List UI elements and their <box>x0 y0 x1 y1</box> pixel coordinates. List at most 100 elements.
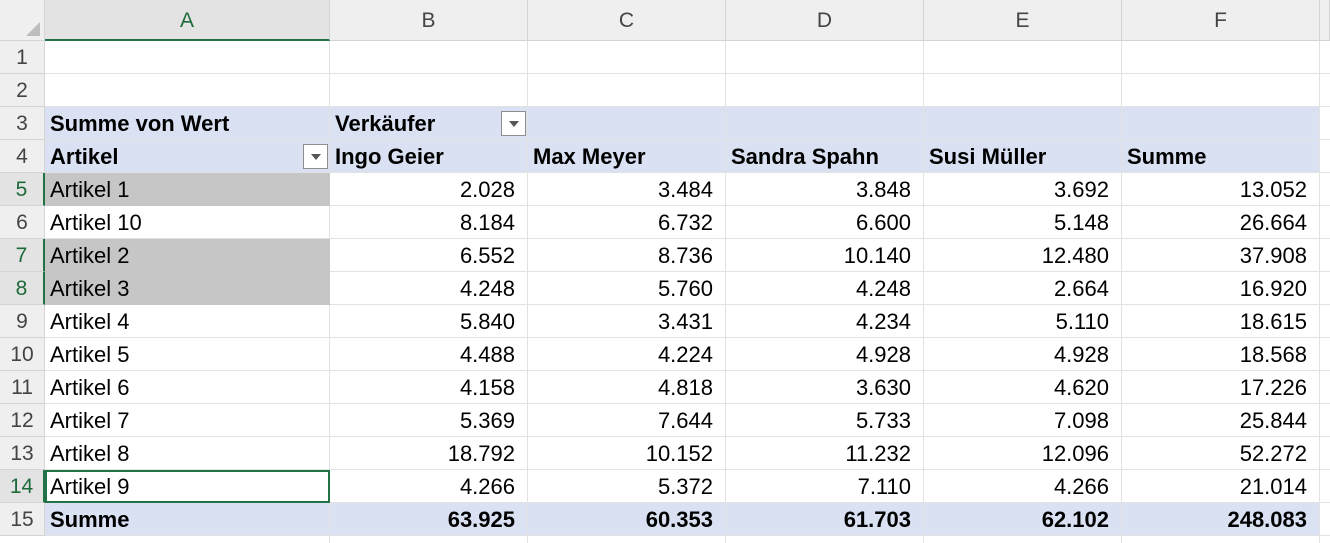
pivot-value-cell[interactable]: 4.818 <box>528 371 726 404</box>
pivot-seller-header[interactable]: Max Meyer <box>528 140 726 173</box>
row-header-5[interactable]: 5 <box>0 173 45 206</box>
pivot-grand-total-cell[interactable]: 62.102 <box>924 503 1122 536</box>
pivot-value-cell[interactable]: 3.431 <box>528 305 726 338</box>
pivot-value-cell[interactable]: 4.158 <box>330 371 528 404</box>
pivot-value-cell[interactable]: 10.140 <box>726 239 924 272</box>
pivot-value-cell[interactable]: 7.098 <box>924 404 1122 437</box>
row-header-3[interactable]: 3 <box>0 107 45 140</box>
pivot-value-cell[interactable]: 5.760 <box>528 272 726 305</box>
row-header-6[interactable]: 6 <box>0 206 45 239</box>
pivot-row-field-label[interactable]: Artikel <box>45 140 330 173</box>
pivot-value-cell[interactable]: 4.488 <box>330 338 528 371</box>
pivot-value-cell[interactable]: 11.232 <box>726 437 924 470</box>
row-header-1[interactable]: 1 <box>0 41 45 74</box>
pivot-value-cell[interactable]: 7.644 <box>528 404 726 437</box>
pivot-value-cell[interactable]: 16.920 <box>1122 272 1320 305</box>
pivot-value-cell[interactable]: 4.248 <box>726 272 924 305</box>
pivot-value-cell[interactable]: 4.234 <box>726 305 924 338</box>
pivot-value-cell[interactable]: 26.664 <box>1122 206 1320 239</box>
column-header-F[interactable]: F <box>1122 0 1320 41</box>
pivot-item-label[interactable]: Artikel 5 <box>45 338 330 371</box>
pivot-item-label[interactable]: Artikel 1 <box>45 173 330 206</box>
pivot-value-cell[interactable]: 4.928 <box>924 338 1122 371</box>
pivot-grand-total-cell[interactable]: 248.083 <box>1122 503 1320 536</box>
row-header-2[interactable]: 2 <box>0 74 45 107</box>
row-header-14[interactable]: 14 <box>0 470 45 503</box>
pivot-value-cell[interactable]: 18.615 <box>1122 305 1320 338</box>
row-header-15[interactable]: 15 <box>0 503 45 536</box>
row-header-11[interactable]: 11 <box>0 371 45 404</box>
pivot-value-cell[interactable]: 5.840 <box>330 305 528 338</box>
pivot-item-label[interactable]: Artikel 8 <box>45 437 330 470</box>
pivot-grand-total-cell[interactable]: 61.703 <box>726 503 924 536</box>
pivot-value-cell[interactable]: 5.733 <box>726 404 924 437</box>
pivot-value-cell[interactable]: 3.630 <box>726 371 924 404</box>
column-header-A[interactable]: A <box>45 0 330 41</box>
pivot-value-cell[interactable]: 5.110 <box>924 305 1122 338</box>
pivot-value-cell[interactable]: 2.028 <box>330 173 528 206</box>
column-header-B[interactable]: B <box>330 0 528 41</box>
pivot-grand-total-cell[interactable]: 60.353 <box>528 503 726 536</box>
pivot-value-cell[interactable]: 4.266 <box>924 470 1122 503</box>
pivot-item-label[interactable]: Artikel 4 <box>45 305 330 338</box>
pivot-value-cell[interactable]: 17.226 <box>1122 371 1320 404</box>
pivot-value-cell[interactable]: 5.372 <box>528 470 726 503</box>
row-field-filter-dropdown-icon[interactable] <box>303 144 328 169</box>
row-header-10[interactable]: 10 <box>0 338 45 371</box>
pivot-value-cell[interactable]: 5.148 <box>924 206 1122 239</box>
pivot-value-cell[interactable]: 6.732 <box>528 206 726 239</box>
pivot-item-label[interactable]: Artikel 7 <box>45 404 330 437</box>
pivot-value-cell[interactable]: 18.792 <box>330 437 528 470</box>
pivot-seller-header[interactable]: Susi Müller <box>924 140 1122 173</box>
pivot-value-cell[interactable]: 4.224 <box>528 338 726 371</box>
pivot-value-cell[interactable]: 21.014 <box>1122 470 1320 503</box>
pivot-seller-header[interactable]: Ingo Geier <box>330 140 528 173</box>
pivot-value-cell[interactable]: 37.908 <box>1122 239 1320 272</box>
pivot-value-cell[interactable]: 4.266 <box>330 470 528 503</box>
pivot-item-label[interactable]: Artikel 9 <box>45 470 330 503</box>
select-all-corner[interactable] <box>0 0 45 41</box>
pivot-value-cell[interactable]: 12.096 <box>924 437 1122 470</box>
pivot-item-label[interactable]: Artikel 3 <box>45 272 330 305</box>
column-header-D[interactable]: D <box>726 0 924 41</box>
row-header-7[interactable]: 7 <box>0 239 45 272</box>
select-all-triangle-icon <box>26 22 40 36</box>
pivot-grand-total-label[interactable]: Summe <box>45 503 330 536</box>
pivot-value-cell[interactable]: 52.272 <box>1122 437 1320 470</box>
pivot-value-cell[interactable]: 6.600 <box>726 206 924 239</box>
pivot-value-cell[interactable]: 10.152 <box>528 437 726 470</box>
column-field-filter-dropdown-icon[interactable] <box>501 111 526 136</box>
pivot-value-cell[interactable]: 18.568 <box>1122 338 1320 371</box>
pivot-values-label[interactable]: Summe von Wert <box>45 107 330 140</box>
pivot-value-cell[interactable]: 4.928 <box>726 338 924 371</box>
pivot-value-cell[interactable]: 3.848 <box>726 173 924 206</box>
row-header-8[interactable]: 8 <box>0 272 45 305</box>
pivot-value-cell[interactable]: 4.620 <box>924 371 1122 404</box>
column-header-C[interactable]: C <box>528 0 726 41</box>
pivot-grand-total-cell[interactable]: 63.925 <box>330 503 528 536</box>
pivot-value-cell[interactable]: 5.369 <box>330 404 528 437</box>
pivot-value-cell[interactable]: 8.184 <box>330 206 528 239</box>
row-header-4[interactable]: 4 <box>0 140 45 173</box>
pivot-seller-header[interactable]: Sandra Spahn <box>726 140 924 173</box>
pivot-total-column-header[interactable]: Summe <box>1122 140 1320 173</box>
pivot-value-cell[interactable]: 25.844 <box>1122 404 1320 437</box>
pivot-value-cell[interactable]: 3.692 <box>924 173 1122 206</box>
pivot-value-cell[interactable]: 8.736 <box>528 239 726 272</box>
pivot-value-cell[interactable]: 12.480 <box>924 239 1122 272</box>
pivot-value-cell[interactable]: 4.248 <box>330 272 528 305</box>
pivot-value-cell[interactable]: 3.484 <box>528 173 726 206</box>
row-header-13[interactable]: 13 <box>0 437 45 470</box>
row-header-9[interactable]: 9 <box>0 305 45 338</box>
column-header-partial[interactable] <box>1320 0 1330 41</box>
pivot-value-cell[interactable]: 2.664 <box>924 272 1122 305</box>
pivot-item-label[interactable]: Artikel 2 <box>45 239 330 272</box>
pivot-value-cell[interactable]: 13.052 <box>1122 173 1320 206</box>
column-header-E[interactable]: E <box>924 0 1122 41</box>
pivot-item-label[interactable]: Artikel 6 <box>45 371 330 404</box>
pivot-item-label[interactable]: Artikel 10 <box>45 206 330 239</box>
pivot-column-field-label[interactable]: Verkäufer <box>330 107 528 140</box>
row-header-12[interactable]: 12 <box>0 404 45 437</box>
pivot-value-cell[interactable]: 6.552 <box>330 239 528 272</box>
pivot-value-cell[interactable]: 7.110 <box>726 470 924 503</box>
